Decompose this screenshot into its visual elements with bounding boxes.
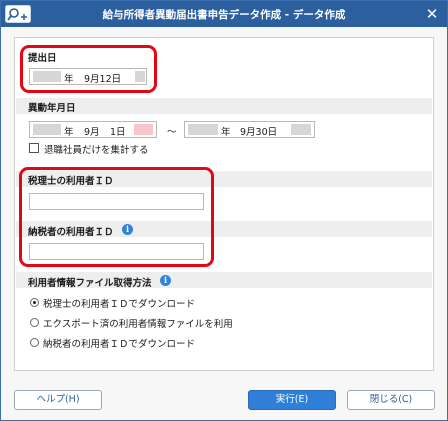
period-separator: 〜 (167, 127, 177, 138)
radio-exported-file[interactable] (30, 318, 39, 327)
change-to-date-field[interactable]: 年 9月30日 (184, 121, 315, 138)
from-weekday-value (134, 124, 153, 135)
change-period-header (16, 98, 432, 114)
to-year-suffix: 年 (221, 127, 231, 138)
highlight-user-id-fields (19, 167, 214, 267)
change-period-label: 異動年月日 (28, 103, 76, 114)
from-day: 1日 (110, 127, 126, 138)
close-button[interactable]: 閉じる(C) (347, 390, 435, 410)
window-title: 給与所得者異動届出書申告データ作成 - データ作成 (102, 9, 346, 21)
help-button[interactable]: ヘルプ(H) (14, 390, 102, 410)
highlight-submit-date (20, 45, 157, 93)
user-info-method-info-icon[interactable]: i (160, 275, 171, 286)
retired-only-checkbox[interactable] (29, 143, 39, 153)
from-year-value (33, 124, 61, 135)
from-year-suffix: 年 (64, 127, 74, 138)
change-from-date-field[interactable]: 年 9月 1日 (29, 121, 157, 138)
run-button[interactable]: 実行(E) (248, 390, 336, 410)
option-label: エクスポート済の利用者情報ファイルを利用 (43, 319, 233, 330)
retired-only-label: 退職社員だけを集計する (44, 145, 149, 156)
option-label: 税理士の利用者ＩＤでダウンロード (43, 299, 196, 310)
dialog-window: 給与所得者異動届出書申告データ作成 - データ作成 ✕ 提出日 年 9月12日 … (0, 0, 448, 421)
from-month: 9月 (84, 127, 100, 138)
to-month-day: 9月30日 (240, 127, 278, 138)
user-info-method-label: 利用者情報ファイル取得方法 (28, 278, 152, 289)
radio-taxpayer-download[interactable] (30, 338, 39, 347)
option-label: 納税者の利用者ＩＤでダウンロード (43, 339, 196, 350)
radio-tax-accountant-download[interactable] (30, 298, 39, 307)
to-year-value (188, 124, 218, 135)
close-window-button[interactable]: ✕ (421, 3, 443, 25)
to-weekday-value (291, 124, 311, 135)
title-bar: 給与所得者異動届出書申告データ作成 - データ作成 ✕ (1, 1, 447, 27)
